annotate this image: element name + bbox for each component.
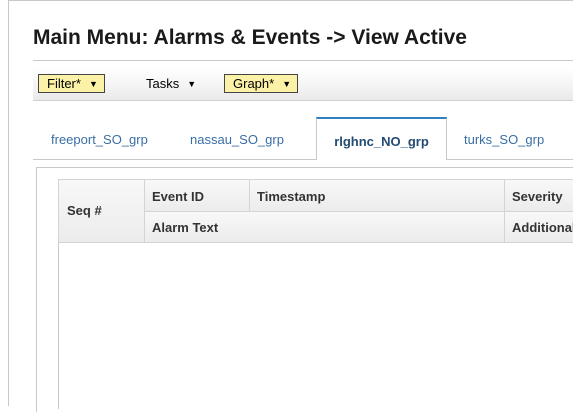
group-tabs: freeport_SO_grp nassau_SO_grp rlghnc_NO_… <box>33 117 573 160</box>
column-header-label: Seq # <box>67 203 102 218</box>
tab-nassau-so-grp[interactable]: nassau_SO_grp <box>190 117 284 160</box>
graph-menu-label: Graph* <box>233 76 275 91</box>
column-header-additional[interactable]: Additional <box>504 211 573 243</box>
chevron-down-icon: ▼ <box>88 79 98 89</box>
column-header-label: Timestamp <box>257 189 326 204</box>
column-header-label: Severity <box>512 189 563 204</box>
column-header-timestamp[interactable]: Timestamp <box>249 179 505 212</box>
column-header-label: Event ID <box>152 189 205 204</box>
toolbar: Filter* ▼ Tasks ▼ Graph* ▼ <box>33 68 573 101</box>
column-header-alarm-text[interactable]: Alarm Text <box>144 211 505 243</box>
tasks-menu-label: Tasks <box>146 76 180 91</box>
column-header-seq[interactable]: Seq # <box>58 179 145 243</box>
column-header-label: Additional <box>512 220 573 235</box>
column-header-severity[interactable]: Severity <box>504 179 573 212</box>
title-divider <box>33 60 573 61</box>
tab-divider <box>447 159 573 160</box>
graph-menu-button[interactable]: Graph* ▼ <box>224 74 299 93</box>
tab-turks-so-grp[interactable]: turks_SO_grp <box>464 117 544 160</box>
tab-rlghnc-no-grp[interactable]: rlghnc_NO_grp <box>316 117 447 160</box>
filter-menu-button[interactable]: Filter* ▼ <box>38 74 105 93</box>
tab-freeport-so-grp[interactable]: freeport_SO_grp <box>51 117 148 160</box>
tasks-menu-button[interactable]: Tasks ▼ <box>137 74 203 93</box>
page-title: Main Menu: Alarms & Events -> View Activ… <box>33 26 467 49</box>
chevron-down-icon: ▼ <box>187 79 197 89</box>
chevron-down-icon: ▼ <box>282 79 292 89</box>
tab-divider <box>33 159 316 160</box>
column-header-event-id[interactable]: Event ID <box>144 179 250 212</box>
filter-menu-label: Filter* <box>47 76 81 91</box>
column-header-label: Alarm Text <box>152 220 219 235</box>
